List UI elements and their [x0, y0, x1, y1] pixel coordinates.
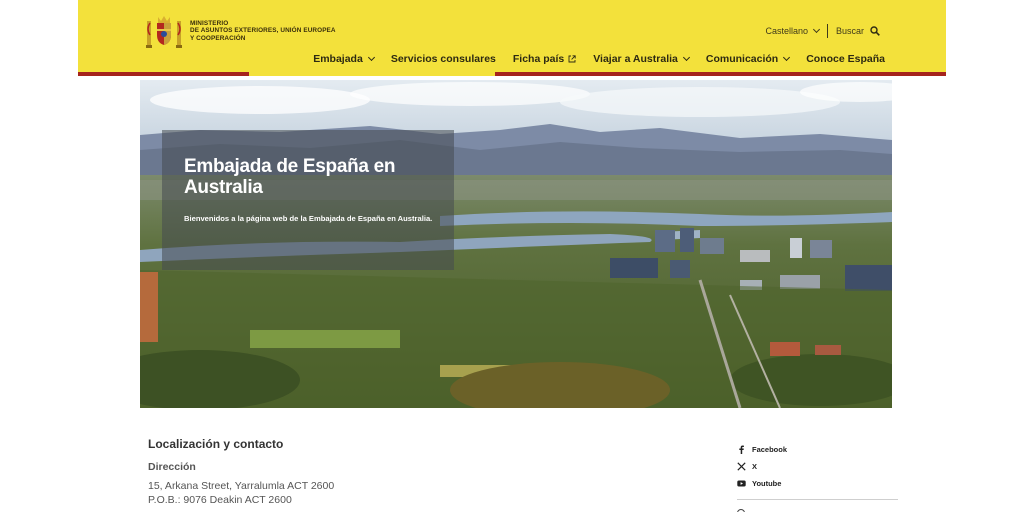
search-icon: [870, 26, 880, 36]
address-line: 15, Arkana Street, Yarralumla ACT 2600: [148, 480, 335, 492]
nav-item-conoce-espana[interactable]: Conoce España: [806, 53, 885, 65]
address-line: P.O.B.: 9076 Deakin ACT 2600: [148, 494, 292, 506]
chevron-down-icon: [367, 53, 375, 62]
nav-item-label: Servicios consulares: [390, 53, 496, 65]
hero-subtitle: Bienvenidos a la página web de la Embaja…: [184, 214, 433, 223]
chevron-down-icon: [783, 53, 791, 62]
page: Ministerio de Asuntos Exteriores, Unión …: [0, 0, 1024, 512]
nav-item-servicios-consulares[interactable]: Servicios consulares: [391, 53, 496, 65]
nav-item-label: Viajar a Australia: [593, 53, 678, 65]
header-divider: [78, 72, 946, 76]
header-tools: Castellano Buscar: [765, 24, 880, 38]
nav-item-ficha-pais[interactable]: Ficha país: [513, 53, 576, 65]
address-title: Dirección: [148, 461, 196, 473]
social-link-x[interactable]: X: [737, 458, 898, 475]
language-selector[interactable]: Castellano: [765, 24, 828, 38]
search-label: Buscar: [835, 26, 864, 36]
social-links: Facebook X Youtube: [737, 441, 898, 512]
ministry-line: y Cooperación: [190, 34, 246, 42]
social-label: Facebook: [752, 445, 788, 454]
nav-item-embajada[interactable]: Embajada: [313, 53, 375, 65]
coat-of-arms-icon: [144, 11, 184, 51]
ministry-logo[interactable]: Ministerio de Asuntos Exteriores, Unión …: [144, 11, 340, 51]
ministry-name: Ministerio de Asuntos Exteriores, Unión …: [190, 20, 340, 42]
nav-item-label: Comunicación: [705, 53, 779, 65]
x-icon: [737, 462, 746, 471]
social-link-youtube[interactable]: Youtube: [737, 475, 898, 492]
hero-overlay: Embajada de España en Australia Bienveni…: [162, 130, 454, 270]
hero-banner: Embajada de España en Australia Bienveni…: [140, 80, 892, 408]
hero-title: Embajada de España en Australia: [184, 156, 396, 198]
language-label: Castellano: [765, 26, 808, 36]
nav-item-label: Ficha país: [512, 53, 565, 65]
youtube-icon: [737, 480, 746, 487]
contact-section: Localización y contacto Dirección 15, Ar…: [148, 437, 708, 507]
social-label: X: [752, 462, 758, 471]
divider: [737, 499, 898, 500]
chevron-down-icon: [682, 53, 690, 62]
ministry-line: de Asuntos Exteriores, Unión Europea: [190, 27, 336, 35]
main-nav: Embajada Servicios consulares Ficha país…: [313, 53, 885, 65]
social-link-facebook[interactable]: Facebook: [737, 441, 898, 458]
external-link-icon: [568, 55, 576, 63]
facebook-icon: [739, 445, 744, 454]
nav-item-label: Embajada: [313, 53, 363, 65]
nav-item-label: Conoce España: [806, 53, 885, 65]
section-title: Localización y contacto: [148, 437, 284, 451]
site-header: Ministerio de Asuntos Exteriores, Unión …: [78, 0, 946, 76]
chevron-down-icon: [812, 25, 821, 34]
search-button[interactable]: Buscar: [828, 26, 880, 36]
nav-item-comunicacion[interactable]: Comunicación: [705, 53, 791, 65]
social-label: Youtube: [752, 479, 782, 488]
nav-item-viajar-a-australia[interactable]: Viajar a Australia: [593, 53, 690, 65]
